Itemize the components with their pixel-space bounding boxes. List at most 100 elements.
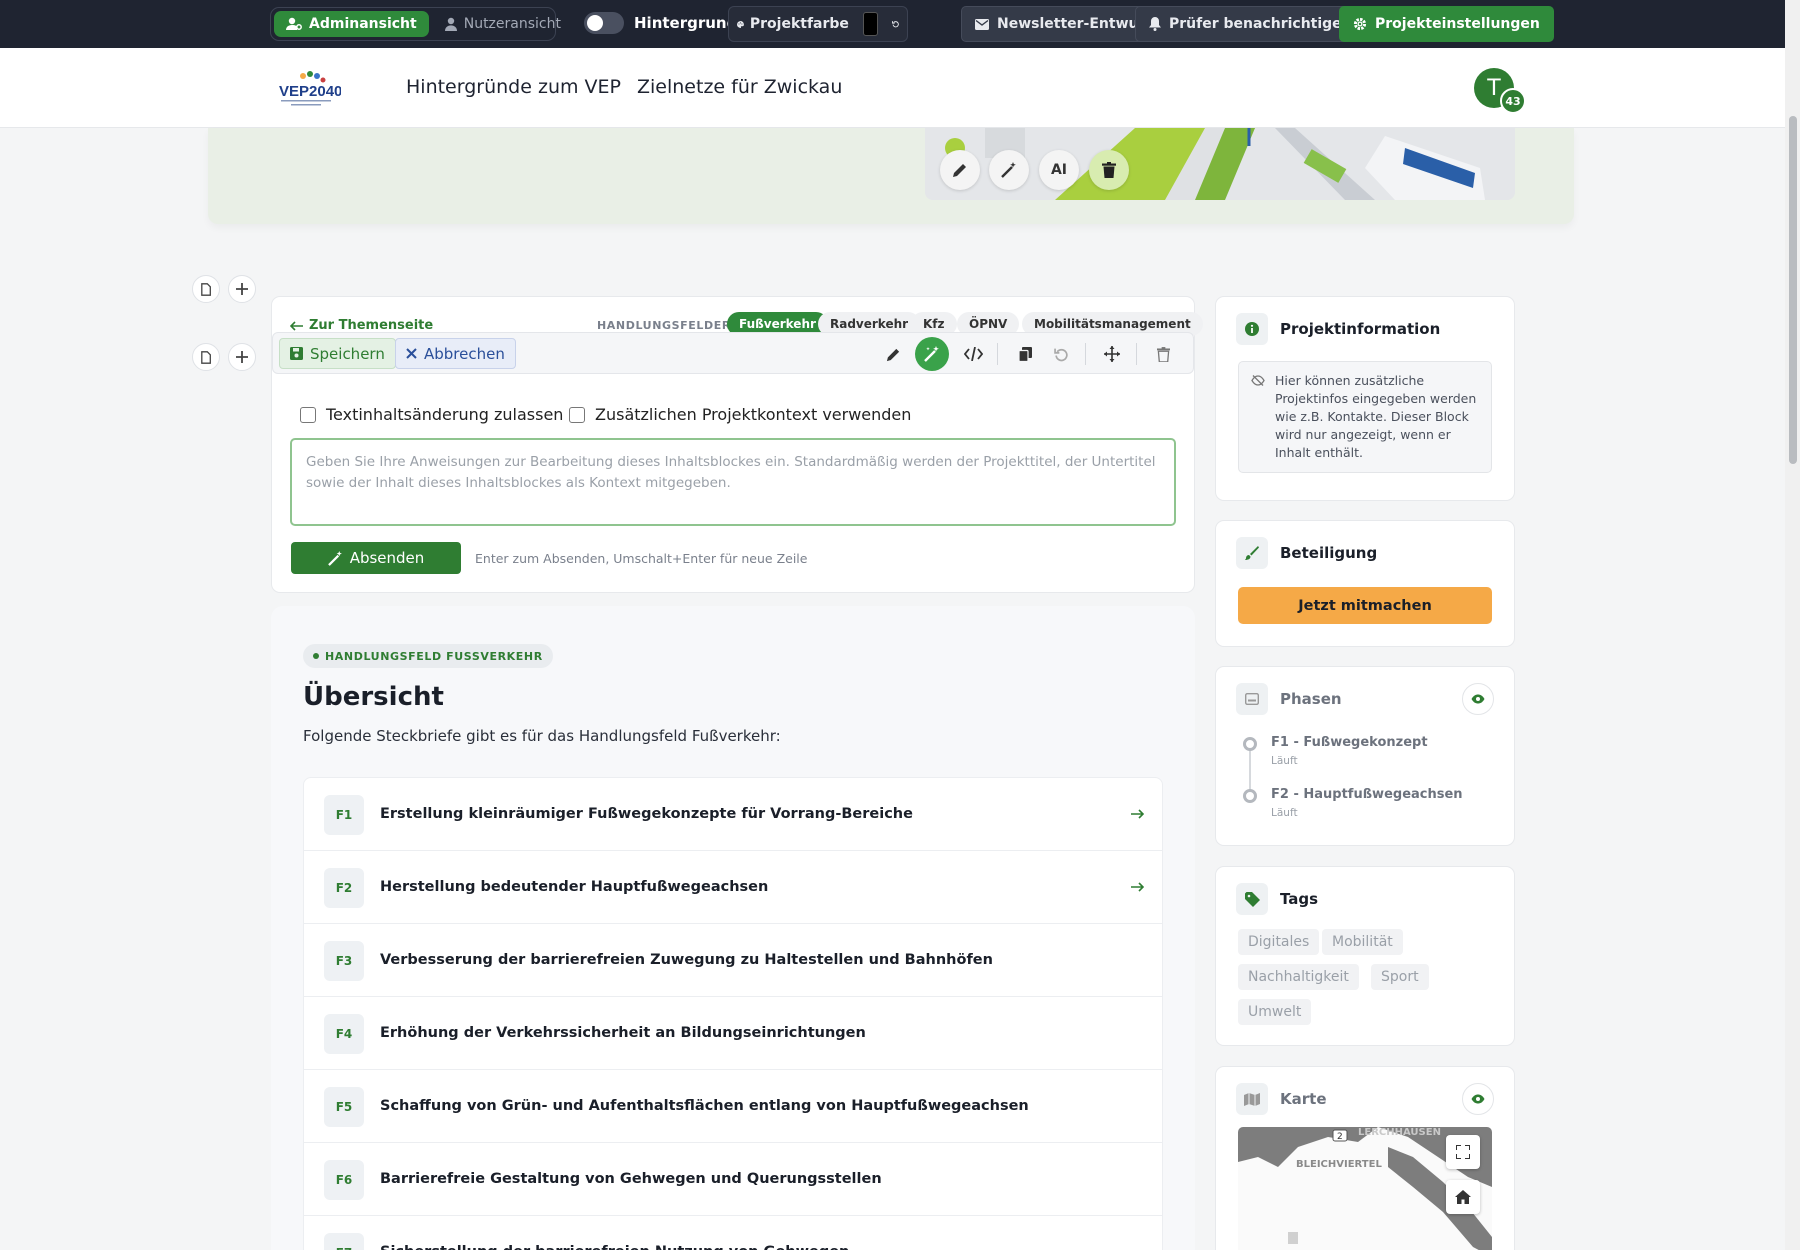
project-settings-label: Projekteinstellungen: [1375, 16, 1540, 32]
back-link-label: Zur Themenseite: [309, 318, 434, 333]
list-item: F6 Barrierefreie Gestaltung von Gehwegen …: [304, 1143, 1162, 1216]
phases-card: Phasen F1 - Fußwegekonzept Läuft F2 - Ha…: [1215, 666, 1515, 846]
measure-title: Schaffung von Grün- und Aufenthaltsfläch…: [380, 1098, 1029, 1114]
cancel-button[interactable]: Abbrechen: [395, 338, 516, 369]
save-button[interactable]: Speichern: [279, 338, 396, 369]
list-item[interactable]: F1 Erstellung kleinräumiger Fußwegekonzep…: [304, 778, 1162, 851]
measure-code: F3: [324, 941, 364, 981]
page-icon: [201, 350, 211, 364]
tag-mobilitaet[interactable]: Mobilität: [1322, 929, 1403, 955]
reset-icon[interactable]: [891, 17, 899, 31]
html-source-button[interactable]: [956, 338, 990, 370]
ai-edit-block-button[interactable]: [915, 337, 949, 371]
delete-block-button[interactable]: [1146, 338, 1180, 370]
intro-text: Folgende Steckbriefe gibt es für das Han…: [303, 727, 781, 745]
ai-prompt-textarea[interactable]: Geben Sie Ihre Anweisungen zur Bearbeitu…: [290, 438, 1176, 526]
project-info-card: Projektinformation Hier können zusätzlic…: [1215, 296, 1515, 501]
add-page-block-button[interactable]: [192, 275, 220, 303]
use-context-label: Zusätzlichen Projektkontext verwenden: [595, 405, 912, 424]
toolbar-divider: [997, 343, 998, 365]
nav-hintergruende[interactable]: Hintergründe zum VEP: [406, 76, 621, 98]
nav-zielnetze[interactable]: Zielnetze für Zwickau: [637, 76, 842, 98]
list-item: F5 Schaffung von Grün- und Aufenthaltsflä…: [304, 1070, 1162, 1143]
allow-text-change-label: Textinhaltsänderung zulassen: [326, 405, 564, 424]
tag-umwelt[interactable]: Umwelt: [1238, 999, 1312, 1025]
phases-header: Phasen: [1236, 683, 1342, 715]
newsletter-label: Newsletter-Entwurf: [997, 16, 1152, 32]
add-block-button[interactable]: [228, 275, 256, 303]
notify-reviewer-button[interactable]: Prüfer benachrichtigen: [1135, 6, 1366, 42]
checkbox-box[interactable]: [569, 406, 585, 423]
admin-view-label: Adminansicht: [309, 16, 417, 32]
measure-title: Erhöhung der Verkehrssicherheit an Bildu…: [380, 1025, 866, 1041]
participation-card: Beteiligung Jetzt mitmachen: [1215, 520, 1515, 647]
add-page-block-button-2[interactable]: [192, 343, 220, 371]
map-header: Karte: [1236, 1083, 1327, 1115]
section-kicker: HANDLUNGSFELD FUSSVERKEHR: [303, 644, 553, 668]
edit-image-button[interactable]: [940, 150, 980, 190]
list-item[interactable]: F2 Herstellung bedeutender Hauptfußwegeac…: [304, 851, 1162, 924]
scrollbar-thumb[interactable]: [1789, 116, 1797, 464]
toolbar-divider: [1085, 343, 1086, 365]
list-item: F4 Erhöhung der Verkehrssicherheit an Bil…: [304, 997, 1162, 1070]
palette-icon: [737, 20, 744, 28]
phases-visibility-button[interactable]: [1462, 683, 1494, 715]
cancel-label: Abbrechen: [424, 344, 505, 363]
copy-block-button[interactable]: [1008, 338, 1042, 370]
map-home-button[interactable]: [1446, 1180, 1480, 1214]
allow-text-change-checkbox[interactable]: Textinhaltsänderung zulassen: [300, 405, 563, 424]
view-switcher: Adminansicht Nutzeransicht: [270, 7, 561, 41]
project-color-swatch[interactable]: [862, 12, 878, 36]
project-color-picker[interactable]: Projektfarbe: [728, 6, 908, 42]
map-route-number: 2: [1337, 1132, 1343, 1142]
background-toggle[interactable]: Hintergrund: [584, 12, 737, 34]
back-to-topic-link[interactable]: Zur Themenseite: [290, 318, 433, 333]
participate-button[interactable]: Jetzt mitmachen: [1238, 587, 1492, 624]
measure-title[interactable]: Erstellung kleinräumiger Fußwegekonzepte…: [380, 806, 913, 822]
phase-2-name[interactable]: F2 - Hauptfußwegeachsen: [1271, 787, 1463, 802]
arrow-right-icon[interactable]: [1131, 805, 1145, 823]
participation-title: Beteiligung: [1280, 544, 1378, 562]
project-settings-button[interactable]: Projekteinstellungen: [1339, 6, 1554, 42]
timeline-icon: [1236, 683, 1268, 715]
admin-view-button[interactable]: Adminansicht: [274, 11, 429, 37]
fields-label: HANDLUNGSFELDER:: [597, 319, 736, 332]
fullscreen-button[interactable]: [1446, 1135, 1480, 1169]
tag-digitales[interactable]: Digitales: [1238, 929, 1320, 955]
background-switch[interactable]: [584, 12, 624, 34]
measure-title[interactable]: Herstellung bedeutender Hauptfußwegeachs…: [380, 879, 768, 895]
edit-block-button[interactable]: [876, 338, 910, 370]
magic-wand-icon: [327, 550, 342, 566]
admin-toolbar: Adminansicht Nutzeransicht Hintergrund P…: [0, 0, 1785, 48]
floppy-icon: [290, 347, 303, 360]
map-label-lerchhausen: LERCHHAUSEN: [1358, 1127, 1441, 1138]
undo-button[interactable]: [1044, 338, 1078, 370]
user-view-button[interactable]: Nutzeransicht: [433, 11, 573, 37]
send-label: Absenden: [349, 549, 425, 567]
plus-icon: [236, 351, 248, 363]
arrow-right-icon[interactable]: [1131, 878, 1145, 896]
measure-title: Verbesserung der barrierefreien Zuwegung…: [380, 952, 993, 968]
magic-image-button[interactable]: [989, 150, 1029, 190]
notification-count-badge: 43: [1500, 88, 1526, 114]
delete-image-button[interactable]: [1089, 150, 1129, 190]
measure-title: Barrierefreie Gestaltung von Gehwegen un…: [380, 1171, 882, 1187]
project-info-placeholder[interactable]: Hier können zusätzliche Projektinfos ein…: [1238, 361, 1492, 473]
map-visibility-button[interactable]: [1462, 1083, 1494, 1115]
use-context-checkbox[interactable]: Zusätzlichen Projektkontext verwenden: [569, 405, 911, 424]
tag-nachhaltigkeit[interactable]: Nachhaltigkeit: [1238, 964, 1359, 990]
map-view[interactable]: 2 LERCHHAUSEN BLEICHVIERTEL: [1238, 1127, 1492, 1250]
move-block-button[interactable]: [1095, 338, 1129, 370]
ai-image-button[interactable]: AI: [1039, 150, 1079, 190]
brush-icon: [1236, 537, 1268, 569]
checkbox-box[interactable]: [300, 406, 316, 423]
send-hint: Enter zum Absenden, Umschalt+Enter für n…: [475, 551, 808, 566]
phase-1-name[interactable]: F1 - Fußwegekonzept: [1271, 735, 1428, 750]
measure-code: F5: [324, 1087, 364, 1127]
background-toggle-label: Hintergrund: [634, 14, 738, 32]
pencil-icon: [886, 348, 899, 361]
vep2040-logo[interactable]: VEP2040: [279, 68, 342, 108]
send-button[interactable]: Absenden: [291, 542, 461, 574]
tag-sport[interactable]: Sport: [1371, 964, 1429, 990]
add-block-button-2[interactable]: [228, 343, 256, 371]
